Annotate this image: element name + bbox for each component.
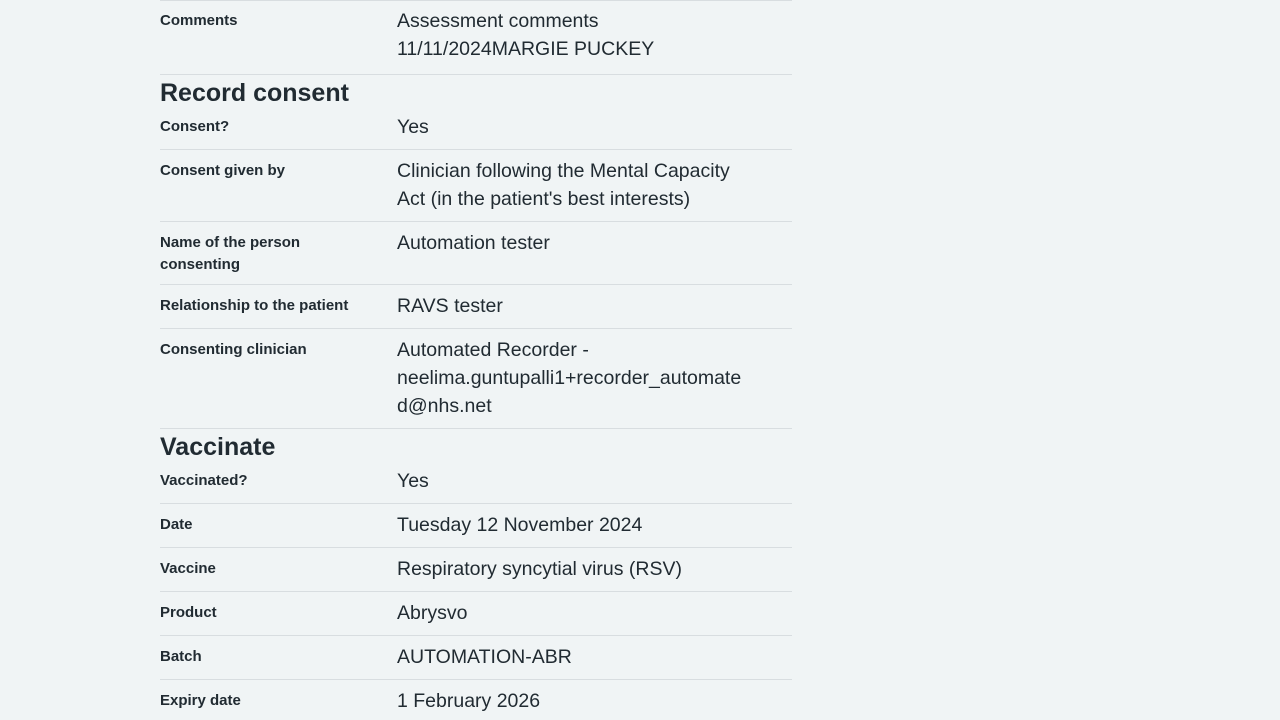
value-line: Automated Recorder - xyxy=(397,339,589,361)
summary-key: Consent? xyxy=(160,118,230,135)
summary-row-vaccinated: Vaccinated? Yes xyxy=(160,463,792,504)
summary-key: Consenting clinician xyxy=(160,341,307,358)
summary-value: 1 February 2026 xyxy=(397,690,541,712)
summary-value: Abrysvo xyxy=(397,602,468,624)
summary-value: Automation tester xyxy=(397,232,550,254)
summary-row-vaccine: Vaccine Respiratory syncytial virus (RSV… xyxy=(160,548,792,592)
summary-value: Tuesday 12 November 2024 xyxy=(397,514,643,536)
summary-value: Automated Recorder - neelima.guntupalli1… xyxy=(397,336,792,420)
comments-line: 11/11/2024MARGIE PUCKEY xyxy=(397,38,655,60)
summary-row-consenting-clinician: Consenting clinician Automated Recorder … xyxy=(160,329,792,429)
summary-row-product: Product Abrysvo xyxy=(160,592,792,636)
summary-row-relationship: Relationship to the patient RAVS tester xyxy=(160,285,792,329)
summary-row-date: Date Tuesday 12 November 2024 xyxy=(160,504,792,548)
summary-key: Relationship to the patient xyxy=(160,297,349,314)
summary-value: Yes xyxy=(397,116,429,138)
value-line: Act (in the patient's best interests) xyxy=(397,188,691,210)
value-line: neelima.guntupalli1+recorder_automate xyxy=(397,367,742,389)
value-line: d@nhs.net xyxy=(397,395,492,417)
comments-line: Assessment comments xyxy=(397,10,599,32)
summary-value: Yes xyxy=(397,470,429,492)
summary-content: Comments Assessment comments 11/11/2024M… xyxy=(160,0,792,720)
summary-value: AUTOMATION-ABR xyxy=(397,646,572,668)
summary-key: Vaccinated? xyxy=(160,472,248,489)
summary-key: Consent given by xyxy=(160,162,286,179)
summary-key: Comments xyxy=(160,12,238,29)
summary-value: Respiratory syncytial virus (RSV) xyxy=(397,558,682,580)
summary-value: RAVS tester xyxy=(397,295,503,317)
value-line: Clinician following the Mental Capacity xyxy=(397,160,730,182)
summary-row-batch: Batch AUTOMATION-ABR xyxy=(160,636,792,680)
summary-key: Vaccine xyxy=(160,560,216,577)
summary-key: Date xyxy=(160,516,193,533)
summary-key: Expiry date xyxy=(160,692,241,709)
summary-key: Name of the person consenting xyxy=(160,234,301,273)
summary-row-comments: Comments Assessment comments 11/11/2024M… xyxy=(160,0,792,75)
summary-key: Batch xyxy=(160,648,202,665)
section-heading-record-consent: Record consent xyxy=(160,79,349,107)
summary-row-consent: Consent? Yes xyxy=(160,109,792,150)
summary-value: Assessment comments 11/11/2024MARGIE PUC… xyxy=(397,7,792,63)
section-heading-vaccinate: Vaccinate xyxy=(160,433,276,461)
summary-row-expiry-date: Expiry date 1 February 2026 xyxy=(160,680,792,720)
summary-value: Clinician following the Mental Capacity … xyxy=(397,157,792,213)
summary-key: Product xyxy=(160,604,217,621)
summary-row-name-of-person-consenting: Name of the person consenting Automation… xyxy=(160,222,792,285)
summary-row-consent-given-by: Consent given by Clinician following the… xyxy=(160,150,792,222)
page: Comments Assessment comments 11/11/2024M… xyxy=(0,0,1280,720)
